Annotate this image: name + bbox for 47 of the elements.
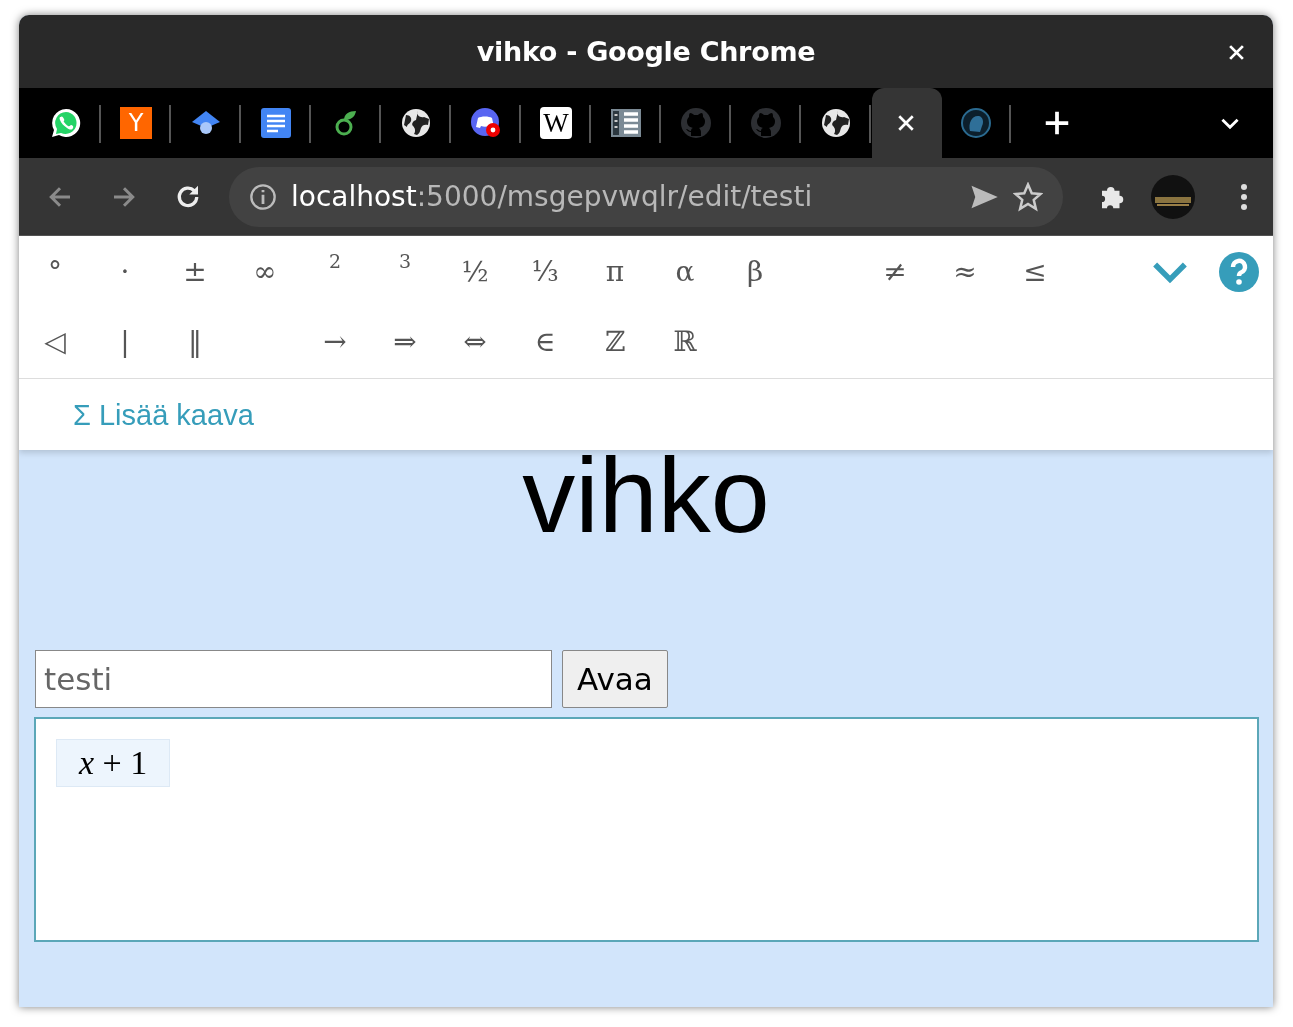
info-icon[interactable] [249,182,277,211]
url-text: localhost:5000/msgepvwqlr/edit/testi [291,180,813,213]
symbol-button[interactable]: ⇒ [370,316,440,366]
panel-icon [610,107,642,139]
symbol-button[interactable]: · [90,246,160,296]
tab-logo: W [540,107,572,139]
symbol-button[interactable]: ∞ [230,246,300,296]
symbol-button[interactable]: ⅓ [510,246,580,296]
help-icon[interactable] [1219,252,1259,292]
symbol-button[interactable]: | [90,316,160,366]
avatar-icon[interactable] [1151,174,1195,219]
cat-silhouette-icon [680,107,712,139]
chat-bubble-icon [50,107,82,139]
symbol-button[interactable]: ° [20,246,90,296]
cat-silhouette-icon [750,107,782,139]
notebook-name-field[interactable]: testi [35,650,552,708]
symbol-button[interactable]: ∈ [510,316,580,366]
symbol-button[interactable]: ◁ [20,316,90,366]
symbol-button[interactable]: ≤ [1000,246,1070,296]
close-icon[interactable] [1228,44,1245,61]
symbol-button[interactable]: → [300,316,370,366]
globe-icon [820,107,852,139]
symbol-button[interactable]: ℤ [580,316,650,366]
editor-area[interactable]: x + 1 [34,717,1259,942]
page-heading: vihko [522,442,770,548]
globe-icon [400,107,432,139]
address-bar[interactable]: localhost:5000/msgepvwqlr/edit/testi [229,166,1063,227]
symbol-button[interactable]: 2 [300,246,370,296]
symbol-button[interactable]: ± [160,246,230,296]
symbol-button[interactable]: ½ [440,246,510,296]
symbol-button[interactable]: ≈ [930,246,1000,296]
math-formula[interactable]: x + 1 [56,739,171,787]
star-icon[interactable] [1013,181,1043,212]
symbol-button[interactable]: ⇔ [440,316,510,366]
symbol-button[interactable]: π [580,246,650,296]
close-icon[interactable] [897,114,915,132]
symbol-button[interactable]: ≠ [860,246,930,296]
document-icon [260,107,292,139]
symbol-button[interactable]: 3 [370,246,440,296]
symbol-button[interactable]: ‖ [160,316,230,366]
window-title: vihko - Google Chrome [476,36,816,67]
symbol-button[interactable]: ℝ [650,316,720,366]
open-button[interactable]: Avaa [562,650,668,708]
symbol-button[interactable]: α [650,246,720,296]
symbol-button[interactable]: β [720,246,790,296]
browser-tab[interactable]: W [522,88,592,158]
tab-logo: Y [120,107,152,139]
